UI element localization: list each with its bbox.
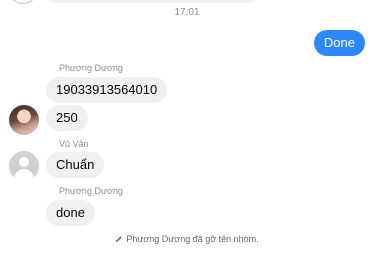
person-silhouette-icon[interactable] — [9, 151, 39, 181]
incoming-message[interactable]: Chuẩn — [46, 152, 105, 178]
avatar-partial — [8, 0, 38, 4]
sender-name: Phương Dương — [59, 63, 123, 73]
sender-name: Vũ Vân — [59, 139, 89, 149]
incoming-message[interactable]: 19033913564010 — [46, 77, 168, 103]
incoming-message[interactable]: done — [46, 200, 95, 226]
pencil-icon — [115, 235, 123, 245]
incoming-message[interactable]: 250 — [46, 105, 88, 131]
message-bubble-partial — [45, 0, 260, 3]
outgoing-message[interactable]: Done — [313, 30, 365, 56]
avatar[interactable] — [9, 105, 39, 135]
system-notice: Phương Dương đã gỡ tên nhóm. — [0, 234, 374, 245]
system-notice-text: Phương Dương đã gỡ tên nhóm. — [126, 234, 259, 244]
sender-name: Phương Dương — [59, 186, 123, 196]
timestamp: 17:01 — [174, 7, 200, 18]
